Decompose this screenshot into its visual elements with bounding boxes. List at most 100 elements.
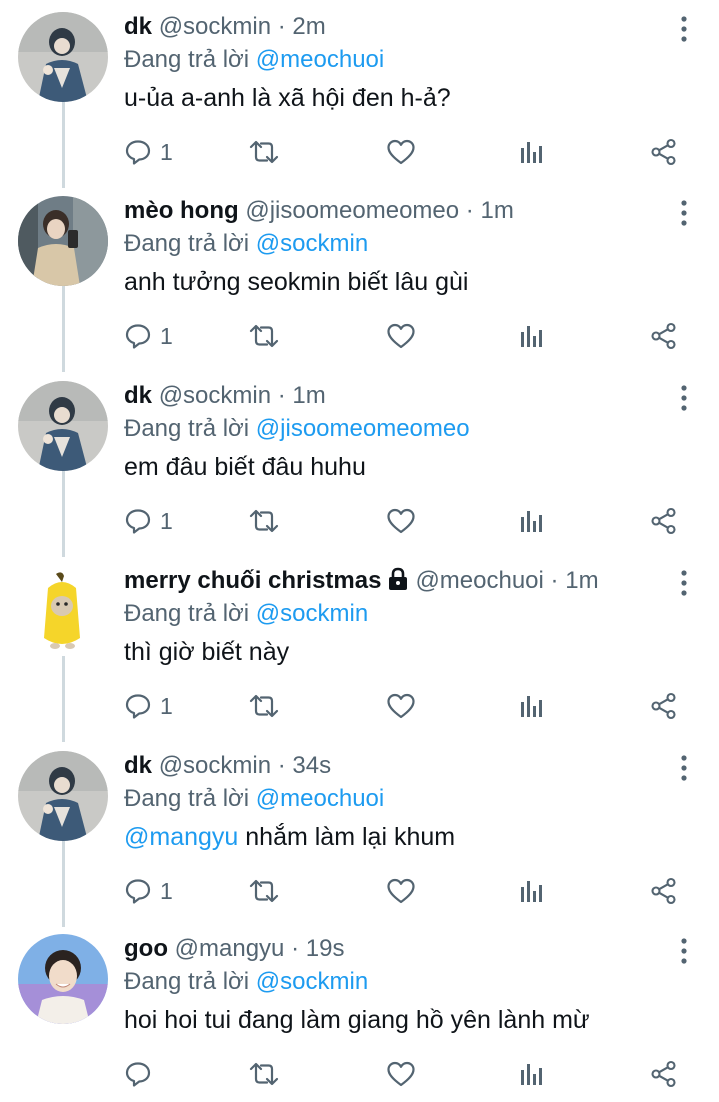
reply-thread: dk @sockmin · 2m Đang trả lời @meochuoi … xyxy=(0,0,719,1099)
timestamp[interactable]: 19s xyxy=(306,935,345,962)
handle[interactable]: @sockmin xyxy=(159,752,271,779)
analytics-icon xyxy=(521,1064,542,1085)
reply-to-mention[interactable]: @meochuoi xyxy=(256,785,384,812)
body-text: hoi hoi tui đang làm giang hồ yên lành m… xyxy=(124,1006,590,1034)
avatar[interactable] xyxy=(18,196,108,286)
more-icon[interactable] xyxy=(672,936,696,966)
retweet-icon xyxy=(249,509,279,533)
more-icon[interactable] xyxy=(672,568,696,598)
analytics-button[interactable] xyxy=(519,686,545,726)
retweet-icon xyxy=(249,324,279,348)
like-icon xyxy=(387,508,415,534)
display-name[interactable]: goo xyxy=(124,935,168,962)
reply-button[interactable]: 1 xyxy=(124,316,173,356)
more-icon[interactable] xyxy=(672,14,696,44)
tweet[interactable]: dk @sockmin · 1m Đang trả lời @jisoomeom… xyxy=(0,369,719,557)
analytics-icon xyxy=(521,696,542,717)
display-name[interactable]: dk xyxy=(124,13,152,40)
more-icon[interactable] xyxy=(672,383,696,413)
display-name[interactable]: merry chuối christmas xyxy=(124,567,381,594)
timestamp[interactable]: 1m xyxy=(565,567,598,594)
share-button[interactable] xyxy=(650,686,678,726)
display-name[interactable]: mèo hong xyxy=(124,197,239,224)
avatar[interactable] xyxy=(18,566,108,656)
separator: · xyxy=(277,13,286,40)
retweet-button[interactable] xyxy=(247,132,281,172)
display-name[interactable]: dk xyxy=(124,382,152,409)
analytics-icon xyxy=(521,881,542,902)
like-button[interactable] xyxy=(386,501,416,541)
reply-button[interactable]: 1 xyxy=(124,686,173,726)
reply-to-mention[interactable]: @sockmin xyxy=(256,230,368,257)
avatar[interactable] xyxy=(18,934,108,1024)
like-button[interactable] xyxy=(386,316,416,356)
dk-avatar-image xyxy=(18,751,108,841)
retweet-button[interactable] xyxy=(247,871,281,911)
analytics-button[interactable] xyxy=(519,316,545,356)
handle[interactable]: @meochuoi xyxy=(415,567,543,594)
handle[interactable]: @sockmin xyxy=(159,382,271,409)
body-mention[interactable]: @mangyu xyxy=(124,823,238,851)
replying-label: Đang trả lời xyxy=(124,600,250,627)
more-icon[interactable] xyxy=(672,753,696,783)
tweet[interactable]: dk @sockmin · 34s Đang trả lời @meochuoi… xyxy=(0,739,719,927)
share-button[interactable] xyxy=(650,501,678,541)
like-button[interactable] xyxy=(386,1054,416,1094)
like-icon xyxy=(387,323,415,349)
share-icon xyxy=(651,1060,676,1088)
tweet-header: dk @sockmin · 1m xyxy=(124,379,326,413)
more-icon[interactable] xyxy=(672,198,696,228)
reply-icon xyxy=(125,509,151,534)
replying-to: Đang trả lời @jisoomeomeomeo xyxy=(124,412,470,446)
reply-to-mention[interactable]: @sockmin xyxy=(256,600,368,627)
tweet-header: goo @mangyu · 19s xyxy=(124,932,344,966)
reply-button[interactable]: 1 xyxy=(124,871,173,911)
avatar[interactable] xyxy=(18,751,108,841)
share-button[interactable] xyxy=(650,871,678,911)
action-bar: 1 xyxy=(0,316,719,356)
separator: · xyxy=(277,382,286,409)
tweet[interactable]: dk @sockmin · 2m Đang trả lời @meochuoi … xyxy=(0,0,719,188)
timestamp[interactable]: 2m xyxy=(292,13,325,40)
share-button[interactable] xyxy=(650,316,678,356)
timestamp[interactable]: 1m xyxy=(292,382,325,409)
reply-icon xyxy=(125,140,151,165)
like-button[interactable] xyxy=(386,871,416,911)
reply-to-mention[interactable]: @sockmin xyxy=(256,968,368,995)
analytics-button[interactable] xyxy=(519,1054,545,1094)
retweet-button[interactable] xyxy=(247,316,281,356)
goo-avatar-image xyxy=(18,934,108,1024)
display-name[interactable]: dk xyxy=(124,752,152,779)
handle[interactable]: @jisoomeomeomeo xyxy=(245,197,459,224)
reply-to-mention[interactable]: @meochuoi xyxy=(256,46,384,73)
like-button[interactable] xyxy=(386,132,416,172)
tweet[interactable]: mèo hong @jisoomeomeomeo · 1m Đang trả l… xyxy=(0,184,719,372)
retweet-button[interactable] xyxy=(247,1054,281,1094)
share-button[interactable] xyxy=(650,1054,678,1094)
tweet[interactable]: merry chuối christmas @meochuoi · 1m Đang… xyxy=(0,554,719,742)
reply-button[interactable] xyxy=(124,1054,160,1094)
reply-button[interactable]: 1 xyxy=(124,501,173,541)
timestamp[interactable]: 1m xyxy=(480,197,513,224)
share-button[interactable] xyxy=(650,132,678,172)
body-text: em đâu biết đâu huhu xyxy=(124,453,366,481)
timestamp[interactable]: 34s xyxy=(292,752,331,779)
avatar[interactable] xyxy=(18,12,108,102)
retweet-button[interactable] xyxy=(247,686,281,726)
share-icon xyxy=(651,138,676,166)
avatar[interactable] xyxy=(18,381,108,471)
reply-to-mention[interactable]: @jisoomeomeomeo xyxy=(256,415,470,442)
analytics-button[interactable] xyxy=(519,871,545,911)
share-icon xyxy=(651,692,676,720)
retweet-button[interactable] xyxy=(247,501,281,541)
tweet[interactable]: goo @mangyu · 19s Đang trả lời @sockmin … xyxy=(0,922,719,1102)
handle[interactable]: @mangyu xyxy=(175,935,285,962)
like-button[interactable] xyxy=(386,686,416,726)
body-text: anh tưởng seokmin biết lâu gùi xyxy=(124,268,469,296)
reply-icon xyxy=(125,879,151,904)
analytics-button[interactable] xyxy=(519,501,545,541)
analytics-button[interactable] xyxy=(519,132,545,172)
handle[interactable]: @sockmin xyxy=(159,13,271,40)
reply-button[interactable]: 1 xyxy=(124,132,173,172)
like-icon xyxy=(387,1061,415,1087)
